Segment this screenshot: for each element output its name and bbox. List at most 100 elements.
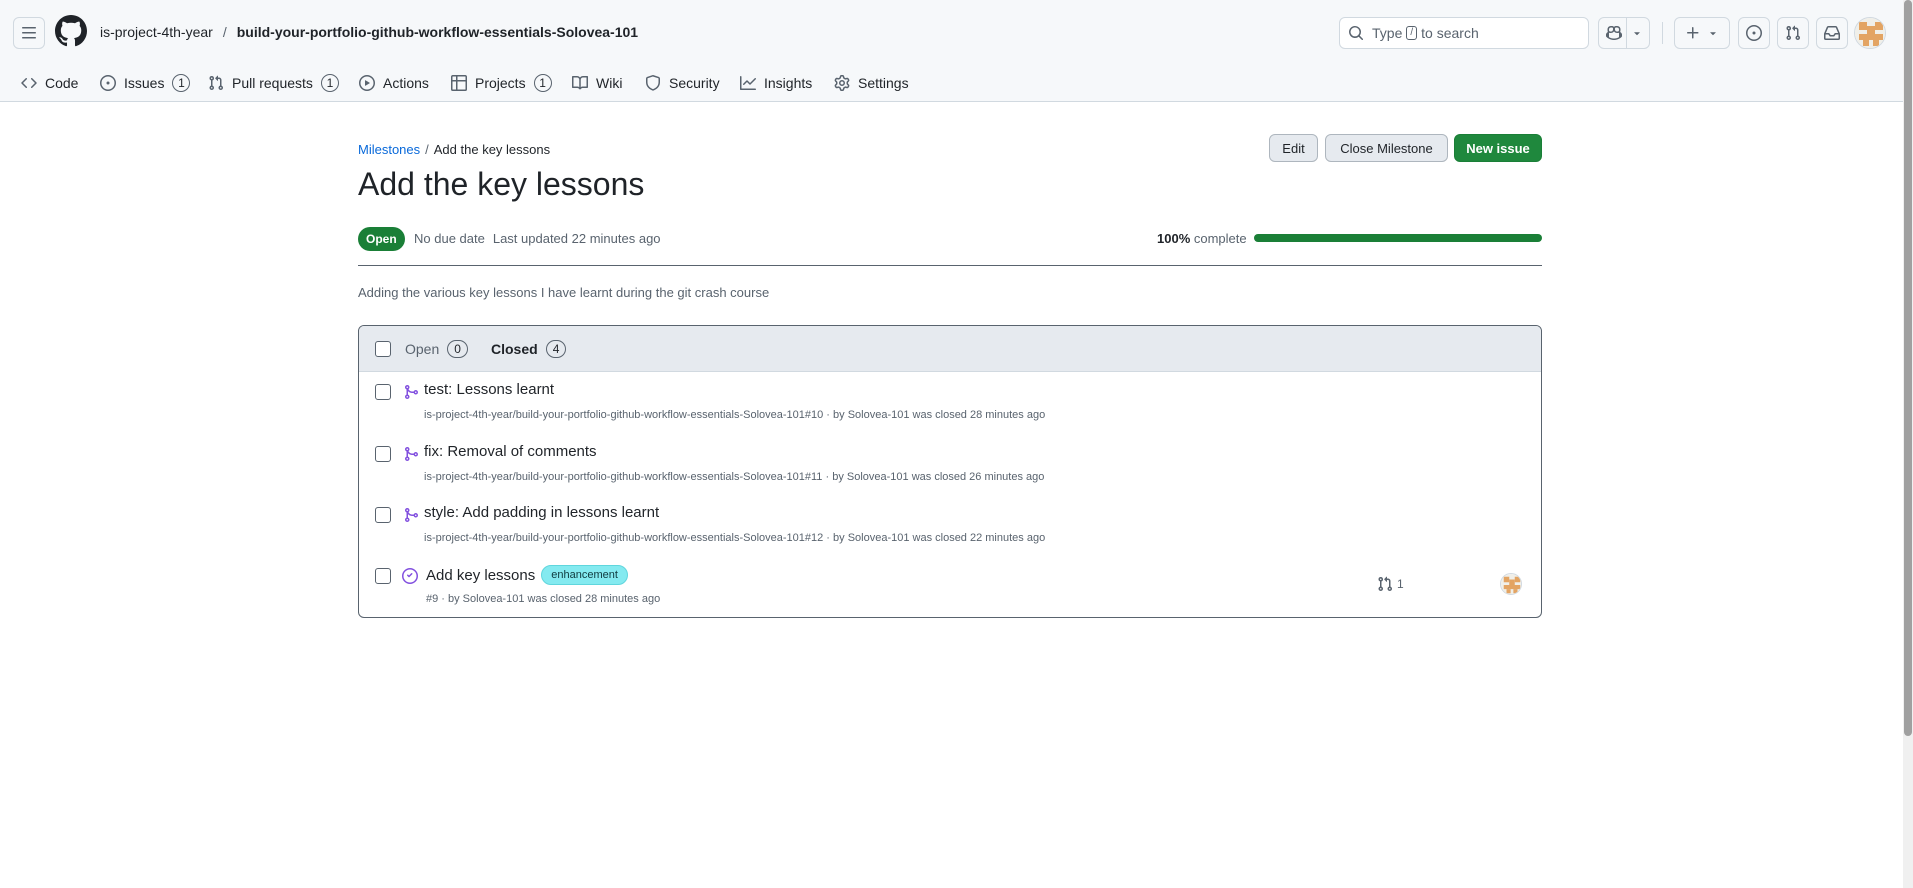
avatar-identicon — [1501, 574, 1521, 594]
tab-wiki-label: Wiki — [596, 75, 623, 91]
play-icon — [359, 75, 375, 91]
breadcrumb: Milestones / Add the key lessons — [358, 142, 550, 157]
issue-icon — [100, 75, 116, 91]
progress-bar-fill — [1254, 234, 1542, 242]
repo-nav: Code Issues 1 Pull requests 1 Actions Pr… — [0, 64, 1903, 102]
tab-security[interactable]: Security — [641, 68, 724, 98]
issue-list: Open 0 Closed 4 test: Lessons learnt is-… — [358, 325, 1542, 618]
user-avatar[interactable] — [1854, 17, 1886, 49]
tab-code[interactable]: Code — [17, 68, 82, 98]
progress-word: complete — [1193, 231, 1247, 246]
pull-request-icon — [1378, 576, 1393, 592]
closed-filter-label: Closed — [491, 341, 538, 357]
tab-pull-requests-count: 1 — [320, 74, 339, 92]
graph-icon — [740, 76, 756, 90]
assignee-avatar[interactable] — [1500, 573, 1522, 595]
row-checkbox[interactable] — [375, 507, 391, 523]
row-checkbox[interactable] — [375, 446, 391, 462]
book-icon — [572, 75, 588, 90]
row-checkbox[interactable] — [375, 384, 391, 400]
progress-percent: 100% — [1157, 231, 1191, 246]
label-enhancement[interactable]: enhancement — [541, 565, 628, 585]
your-issues-button[interactable] — [1738, 17, 1770, 49]
copilot-button[interactable] — [1598, 17, 1650, 49]
row-title-link[interactable]: fix: Removal of comments — [424, 443, 597, 460]
milestones-link[interactable]: Milestones — [358, 142, 420, 157]
row-title-text: Add key lessons — [426, 566, 536, 584]
new-issue-button[interactable]: New issue — [1454, 134, 1542, 162]
owner-link[interactable]: is-project-4th-year — [100, 24, 213, 40]
merged-pull-request-icon — [403, 507, 419, 523]
issue-list-header: Open 0 Closed 4 — [359, 326, 1541, 372]
open-filter-label: Open — [405, 341, 440, 357]
search-icon — [1349, 26, 1364, 41]
plus-icon — [1687, 27, 1699, 39]
list-item: style: Add padding in lessons learnt is-… — [359, 495, 1541, 557]
last-updated: Last updated 22 minutes ago — [492, 231, 661, 246]
repo-link[interactable]: build-your-portfolio-github-workflow-ess… — [237, 24, 638, 40]
tab-issues[interactable]: Issues 1 — [96, 68, 194, 98]
your-pull-requests-button[interactable] — [1777, 17, 1809, 49]
tab-insights[interactable]: Insights — [736, 68, 816, 98]
linked-pull-requests[interactable]: 1 — [1377, 576, 1404, 592]
shield-icon — [646, 75, 660, 91]
tab-settings[interactable]: Settings — [830, 68, 913, 98]
row-meta: is-project-4th-year/build-your-portfolio… — [424, 532, 1046, 544]
tab-actions[interactable]: Actions — [355, 68, 433, 98]
closed-count: 4 — [545, 340, 567, 358]
open-count: 0 — [447, 340, 468, 358]
inbox-icon — [1824, 26, 1840, 40]
pull-request-icon — [1786, 25, 1801, 41]
code-icon — [21, 77, 37, 89]
chevron-down-icon — [1633, 32, 1640, 36]
tab-security-label: Security — [669, 75, 720, 91]
tab-actions-label: Actions — [383, 75, 429, 91]
edit-button[interactable]: Edit — [1269, 134, 1318, 162]
status-badge: Open — [358, 227, 405, 251]
row-checkbox[interactable] — [375, 568, 391, 584]
github-logo-icon[interactable] — [54, 15, 87, 47]
tab-settings-label: Settings — [858, 75, 909, 91]
tab-issues-count: 1 — [172, 74, 191, 92]
divider — [358, 265, 1542, 266]
row-meta: #9 · by Solovea-101 was closed 28 minute… — [426, 593, 661, 605]
closed-filter-tab[interactable]: Closed 4 — [491, 340, 567, 358]
search-prefix: Type — [1372, 25, 1403, 41]
list-item: fix: Removal of comments is-project-4th-… — [359, 434, 1541, 496]
tab-projects-count: 1 — [533, 74, 552, 92]
breadcrumb-separator: / — [222, 24, 227, 40]
tab-wiki[interactable]: Wiki — [568, 68, 626, 98]
search-input[interactable]: Type / to search — [1339, 17, 1589, 49]
milestone-description: Adding the various key lessons I have le… — [358, 285, 770, 300]
gear-icon — [834, 75, 850, 91]
hamburger-icon — [22, 27, 36, 39]
menu-button[interactable] — [13, 17, 45, 49]
row-title-link[interactable]: Add key lessons enhancement — [426, 565, 628, 585]
progress-bar — [1254, 234, 1542, 242]
row-meta: is-project-4th-year/build-your-portfolio… — [424, 471, 1045, 483]
open-filter-tab[interactable]: Open 0 — [405, 340, 468, 358]
page-scrollbar[interactable] — [1903, 0, 1913, 888]
page-title: Add the key lessons — [358, 166, 645, 202]
merged-pull-request-icon — [403, 446, 419, 462]
scrollbar-thumb[interactable] — [1904, 0, 1912, 736]
row-title-link[interactable]: style: Add padding in lessons learnt — [424, 504, 659, 521]
app-header: is-project-4th-year / build-your-portfol… — [0, 0, 1903, 102]
milestone-meta: No due date Last updated 22 minutes ago — [414, 231, 661, 246]
header-top-row: is-project-4th-year / build-your-portfol… — [0, 0, 1903, 64]
close-milestone-button[interactable]: Close Milestone — [1325, 134, 1448, 162]
repo-breadcrumb: is-project-4th-year / build-your-portfol… — [100, 24, 638, 40]
pull-request-icon — [209, 75, 224, 91]
issue-closed-icon — [402, 568, 418, 584]
notifications-button[interactable] — [1816, 17, 1848, 49]
select-all-checkbox[interactable] — [375, 341, 391, 357]
create-new-button[interactable] — [1674, 17, 1730, 49]
tab-issues-label: Issues — [124, 75, 165, 91]
due-date: No due date — [414, 231, 485, 246]
row-title-link[interactable]: test: Lessons learnt — [424, 381, 554, 398]
search-suffix: to search — [1421, 25, 1479, 41]
tab-pull-requests[interactable]: Pull requests 1 — [204, 68, 343, 98]
list-item: Add key lessons enhancement #9 · by Solo… — [359, 556, 1541, 617]
copilot-divider — [1625, 18, 1627, 48]
tab-projects[interactable]: Projects 1 — [447, 68, 556, 98]
